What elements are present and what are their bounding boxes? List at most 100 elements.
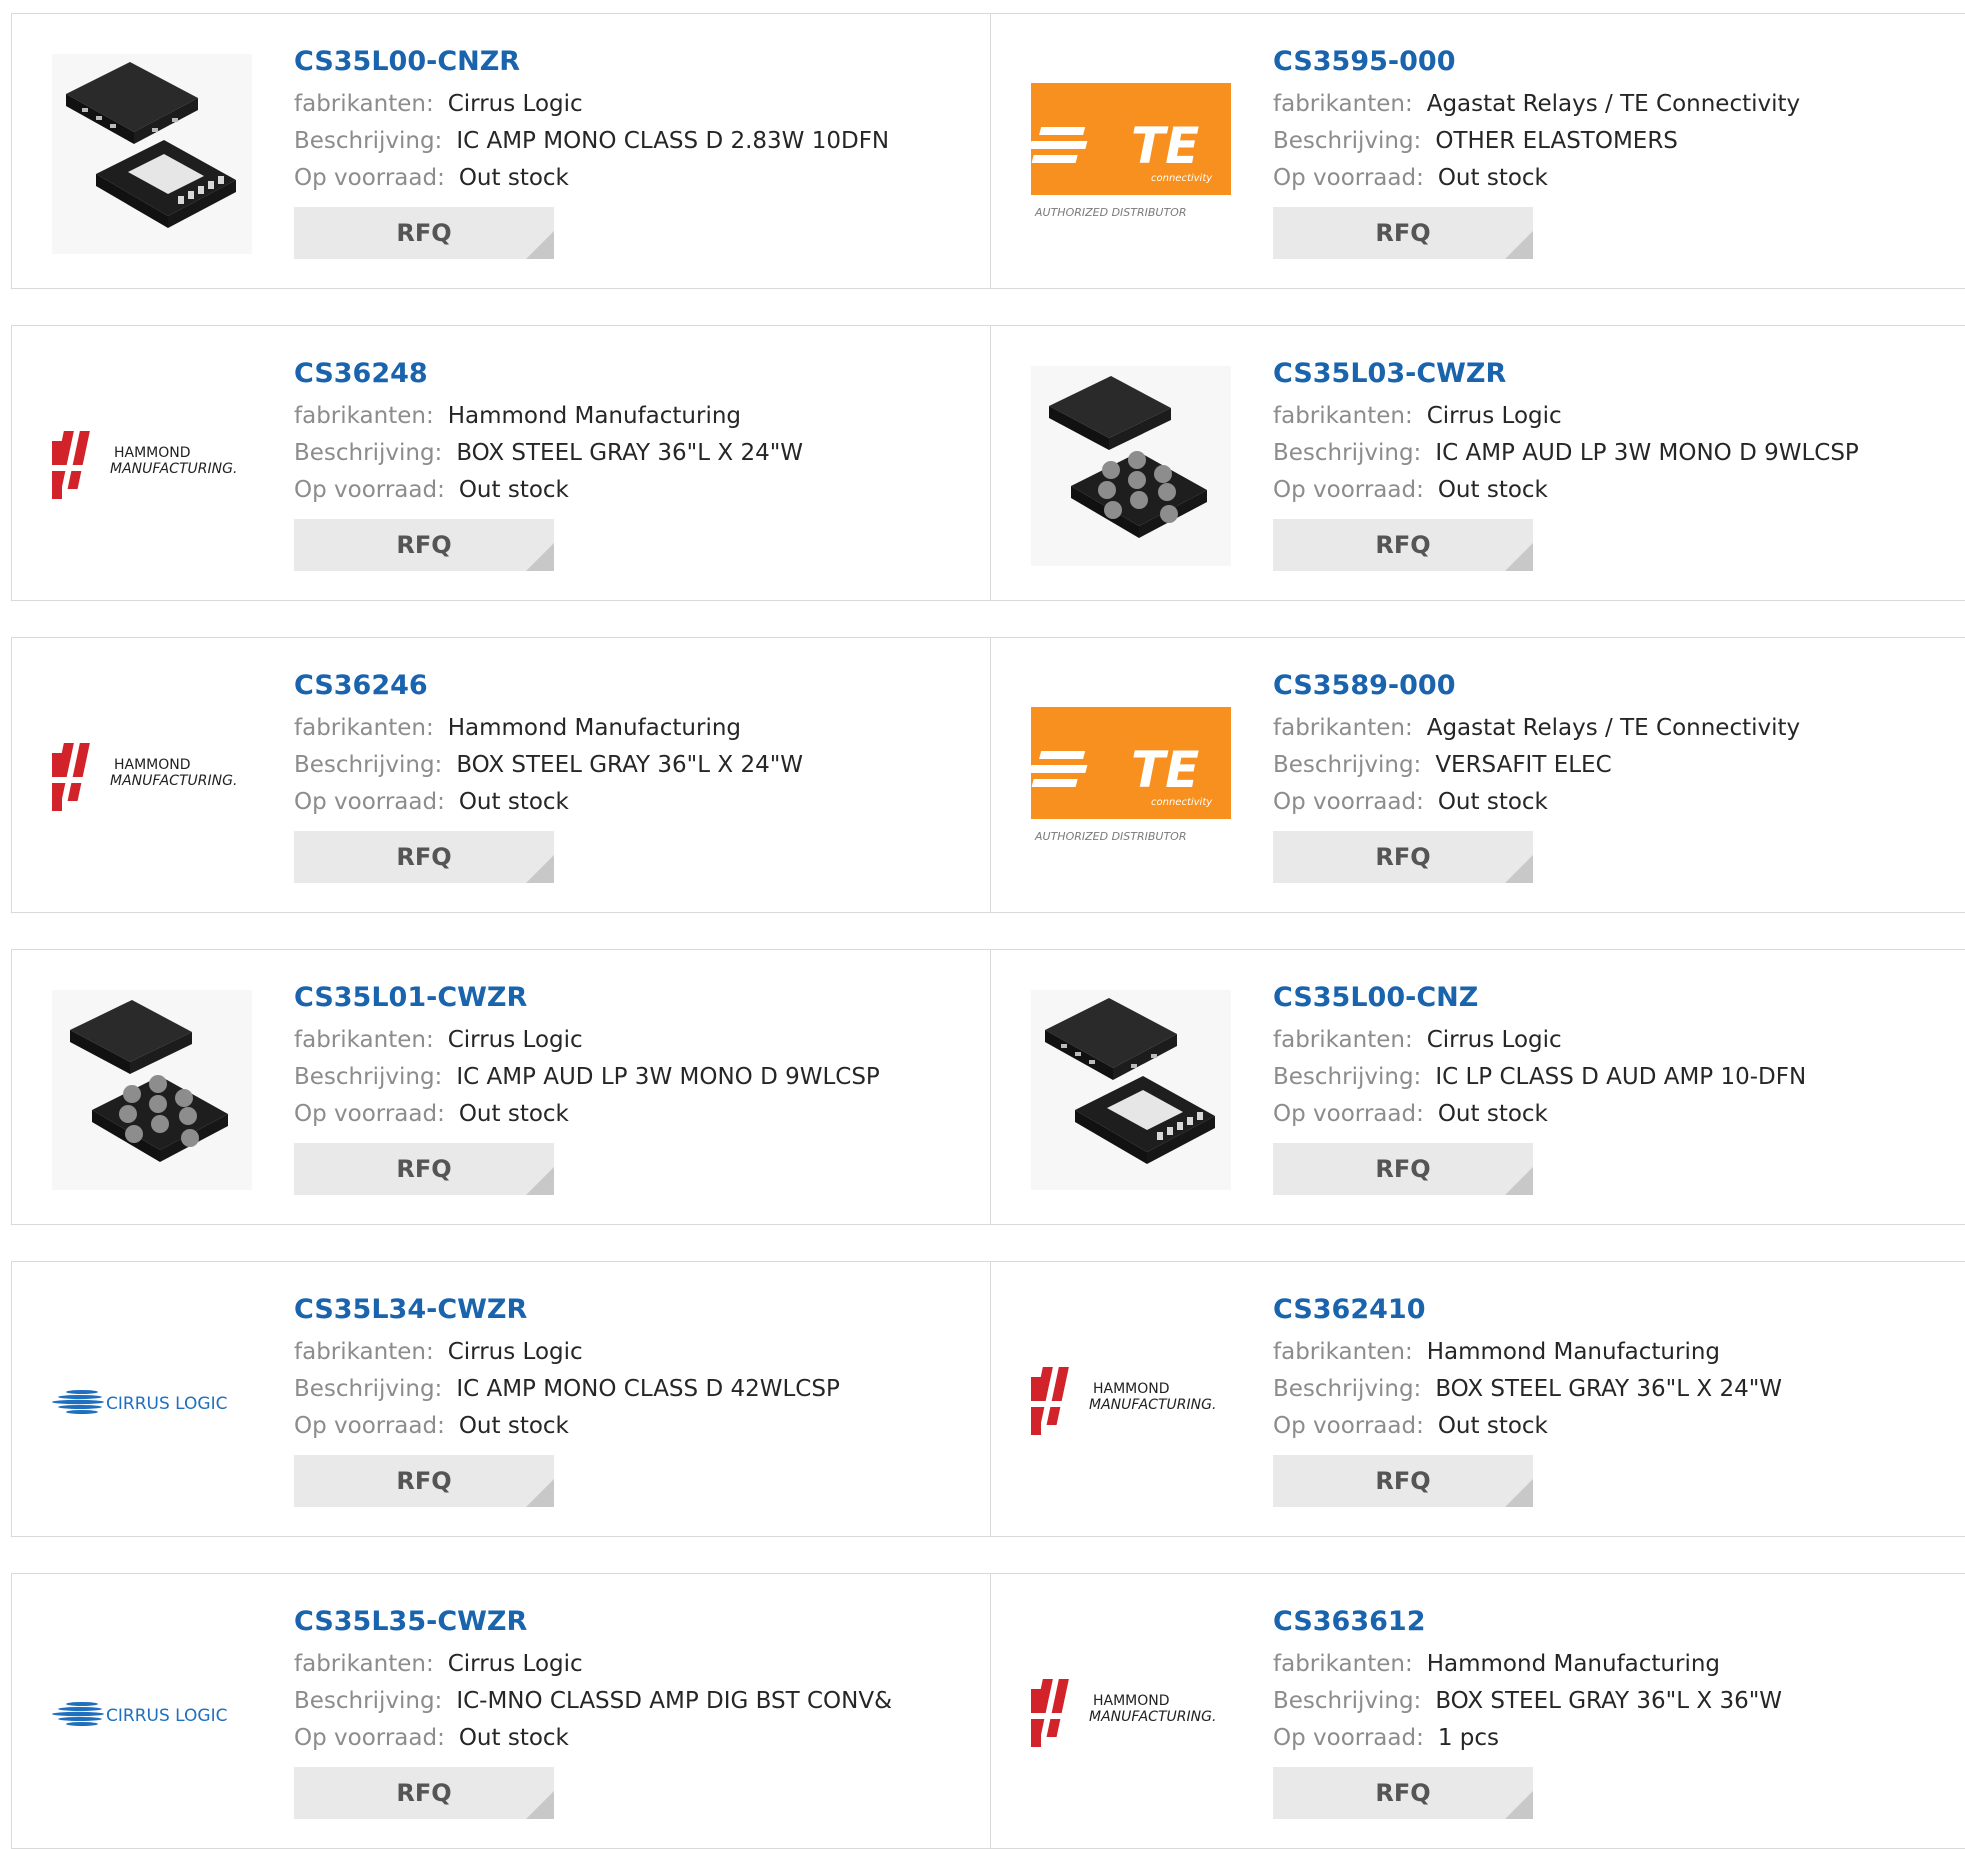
product-card: HAMMOND MANUFACTURING. CS363612 fabrikant… xyxy=(990,1573,1965,1849)
rfq-button-label: RFQ xyxy=(1375,1155,1431,1183)
product-image[interactable] xyxy=(1031,366,1231,566)
description-row: Beschrijving: IC LP CLASS D AUD AMP 10-DF… xyxy=(1273,1059,1964,1096)
rfq-button[interactable]: RFQ xyxy=(1273,1143,1533,1195)
description-label: Beschrijving: xyxy=(294,1376,443,1402)
description-label: Beschrijving: xyxy=(1273,440,1422,466)
manufacturer-row: fabrikanten: Cirrus Logic xyxy=(294,1022,980,1059)
manufacturer-value: Hammond Manufacturing xyxy=(1426,1651,1721,1677)
part-number-link[interactable]: CS363612 xyxy=(1273,1604,1964,1646)
part-number-link[interactable]: CS35L35-CWZR xyxy=(294,1604,980,1646)
rfq-corner-decoration xyxy=(526,1479,554,1507)
description-value: BOX STEEL GRAY 36"L X 24"W xyxy=(456,752,804,778)
product-info: CS362410 fabrikanten: Hammond Manufacturin… xyxy=(1273,1292,1964,1507)
manufacturer-label: fabrikanten: xyxy=(1273,1339,1413,1365)
svg-text:MANUFACTURING.: MANUFACTURING. xyxy=(1089,1397,1216,1413)
te-connectivity-logo: TE connectivity AUTHORIZED DISTRIBUTOR xyxy=(1031,707,1231,843)
svg-text:HAMMOND: HAMMOND xyxy=(114,757,191,773)
svg-text:HAMMOND: HAMMOND xyxy=(1093,1693,1170,1709)
description-label: Beschrijving: xyxy=(294,752,443,778)
svg-text:connectivity: connectivity xyxy=(1151,173,1213,184)
description-row: Beschrijving: IC AMP AUD LP 3W MONO D 9WL… xyxy=(294,1059,980,1096)
stock-row: Op voorraad: Out stock xyxy=(294,1720,980,1757)
product-info: CS35L34-CWZR fabrikanten: Cirrus Logic Besc… xyxy=(294,1292,980,1507)
part-number-link[interactable]: CS3595-000 xyxy=(1273,44,1964,86)
rfq-button[interactable]: RFQ xyxy=(294,207,554,259)
rfq-corner-decoration xyxy=(1505,543,1533,571)
rfq-button[interactable]: RFQ xyxy=(294,1767,554,1819)
stock-value: Out stock xyxy=(1437,165,1548,191)
manufacturer-value: Cirrus Logic xyxy=(447,1339,583,1365)
manufacturer-label: fabrikanten: xyxy=(1273,91,1413,117)
product-card: HAMMOND MANUFACTURING. CS362410 fabrikant… xyxy=(990,1261,1965,1537)
rfq-button[interactable]: RFQ xyxy=(294,1143,554,1195)
rfq-button-label: RFQ xyxy=(1375,1467,1431,1495)
description-value: IC AMP AUD LP 3W MONO D 9WLCSP xyxy=(456,1064,880,1090)
part-number-link[interactable]: CS35L34-CWZR xyxy=(294,1292,980,1334)
rfq-button[interactable]: RFQ xyxy=(294,1455,554,1507)
part-number-link[interactable]: CS362410 xyxy=(1273,1292,1964,1334)
svg-text:connectivity: connectivity xyxy=(1151,797,1213,808)
part-number-link[interactable]: CS35L01-CWZR xyxy=(294,980,980,1022)
stock-value: Out stock xyxy=(458,1413,569,1439)
stock-label: Op voorraad: xyxy=(1273,477,1424,503)
stock-label: Op voorraad: xyxy=(294,1725,445,1751)
rfq-button[interactable]: RFQ xyxy=(1273,831,1533,883)
stock-row: Op voorraad: Out stock xyxy=(294,160,980,197)
manufacturer-row: fabrikanten: Hammond Manufacturing xyxy=(1273,1646,1964,1683)
manufacturer-row: fabrikanten: Agastat Relays / TE Connecti… xyxy=(1273,710,1964,747)
product-card: CIRRUS LOGIC CS35L35-CWZR fabrikanten: Cir… xyxy=(11,1573,991,1849)
stock-row: Op voorraad: Out stock xyxy=(1273,1096,1964,1133)
rfq-button[interactable]: RFQ xyxy=(1273,1455,1533,1507)
manufacturer-row: fabrikanten: Cirrus Logic xyxy=(294,1646,980,1683)
product-image[interactable] xyxy=(1031,990,1231,1190)
part-number-link[interactable]: CS35L03-CWZR xyxy=(1273,356,1964,398)
svg-text:CIRRUS LOGIC: CIRRUS LOGIC xyxy=(106,1706,227,1726)
description-label: Beschrijving: xyxy=(1273,128,1422,154)
svg-text:MANUFACTURING.: MANUFACTURING. xyxy=(110,461,237,477)
description-value: IC AMP MONO CLASS D 42WLCSP xyxy=(456,1376,840,1402)
product-image[interactable]: TE connectivity AUTHORIZED DISTRIBUTOR xyxy=(1031,54,1231,254)
wlcsp9-chip-image xyxy=(52,990,252,1190)
part-number-link[interactable]: CS3589-000 xyxy=(1273,668,1964,710)
product-info: CS35L00-CNZ fabrikanten: Cirrus Logic Besch… xyxy=(1273,980,1964,1195)
rfq-button[interactable]: RFQ xyxy=(1273,1767,1533,1819)
product-card: CS35L00-CNZR fabrikanten: Cirrus Logic Besc… xyxy=(11,13,991,289)
product-image[interactable]: CIRRUS LOGIC xyxy=(52,1302,252,1502)
description-label: Beschrijving: xyxy=(294,440,443,466)
manufacturer-row: fabrikanten: Hammond Manufacturing xyxy=(1273,1334,1964,1371)
product-image[interactable]: HAMMOND MANUFACTURING. xyxy=(52,366,252,566)
product-info: CS3589-000 fabrikanten: Agastat Relays / T… xyxy=(1273,668,1964,883)
part-number-link[interactable]: CS35L00-CNZ xyxy=(1273,980,1964,1022)
rfq-corner-decoration xyxy=(1505,855,1533,883)
rfq-button[interactable]: RFQ xyxy=(294,831,554,883)
product-image[interactable] xyxy=(52,54,252,254)
manufacturer-label: fabrikanten: xyxy=(294,1027,434,1053)
cirrus-logic-logo: CIRRUS LOGIC xyxy=(52,1390,227,1414)
svg-text:MANUFACTURING.: MANUFACTURING. xyxy=(1089,1709,1216,1725)
product-image[interactable]: HAMMOND MANUFACTURING. xyxy=(52,678,252,878)
part-number-link[interactable]: CS35L00-CNZR xyxy=(294,44,980,86)
rfq-button[interactable]: RFQ xyxy=(294,519,554,571)
stock-label: Op voorraad: xyxy=(294,165,445,191)
dfn10-chip-image xyxy=(52,54,252,254)
product-image[interactable]: HAMMOND MANUFACTURING. xyxy=(1031,1302,1231,1502)
rfq-button[interactable]: RFQ xyxy=(1273,519,1533,571)
rfq-button[interactable]: RFQ xyxy=(1273,207,1533,259)
stock-row: Op voorraad: Out stock xyxy=(1273,472,1964,509)
rfq-button-label: RFQ xyxy=(1375,219,1431,247)
part-number-link[interactable]: CS36248 xyxy=(294,356,980,398)
manufacturer-label: fabrikanten: xyxy=(294,715,434,741)
stock-label: Op voorraad: xyxy=(294,477,445,503)
manufacturer-value: Cirrus Logic xyxy=(1426,403,1562,429)
description-value: VERSAFIT ELEC xyxy=(1435,752,1612,778)
manufacturer-row: fabrikanten: Hammond Manufacturing xyxy=(294,710,980,747)
part-number-link[interactable]: CS36246 xyxy=(294,668,980,710)
product-image[interactable] xyxy=(52,990,252,1190)
rfq-button-label: RFQ xyxy=(396,219,452,247)
manufacturer-row: fabrikanten: Agastat Relays / TE Connecti… xyxy=(1273,86,1964,123)
product-image[interactable]: CIRRUS LOGIC xyxy=(52,1614,252,1814)
manufacturer-label: fabrikanten: xyxy=(1273,1027,1413,1053)
stock-value: Out stock xyxy=(1437,789,1548,815)
product-image[interactable]: TE connectivity AUTHORIZED DISTRIBUTOR xyxy=(1031,678,1231,878)
product-image[interactable]: HAMMOND MANUFACTURING. xyxy=(1031,1614,1231,1814)
